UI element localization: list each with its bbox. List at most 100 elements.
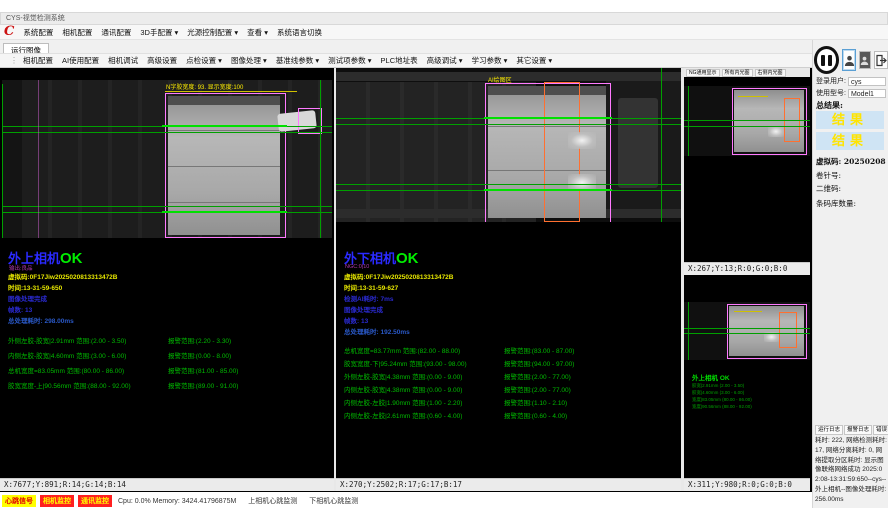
thumb-camera-name: 外上相机	[692, 375, 718, 382]
log-tabs: 运行日志 报警日志 错误日志	[815, 425, 887, 435]
thumb-status: OK	[720, 375, 730, 382]
measurement-value: 内侧左胶-左胶|1.90mm 范围:(1.00 - 2.20)	[344, 400, 462, 407]
measurement-value: 外侧左胶-胶宽|4.38mm 范围:(0.00 - 9.00)	[344, 374, 462, 381]
login-user-label: 登录用户:	[816, 76, 846, 86]
measurement-row: 总机宽度=83.05mm 范围:(80.00 - 86.00) 报警范围:(81…	[8, 365, 328, 375]
measurement-row: 内侧左胶-胶宽|4.60mm 范围:(3.00 - 6.00) 报警范围:(0.…	[8, 350, 328, 360]
center-camera-view[interactable]: AI绘图区 外下相机OK NGC:0|10 虚拟码:0F17Jiw2025020…	[336, 68, 681, 478]
tab-run-log[interactable]: 运行日志	[815, 425, 843, 435]
measurement-row: 内侧左胶-胶宽|4.38mm 范围:(0.00 - 9.00) 报警范围:(2.…	[344, 384, 679, 394]
alarm-range: 报警范围:(89.00 - 91.00)	[168, 380, 238, 390]
left-camera-status: OK	[60, 250, 83, 267]
toolbar-advanced-debug[interactable]: 高级调试 ▾	[427, 55, 463, 66]
left-camera-view[interactable]: N字胶宽度: 93. 显示宽度:100 外上相机OK 输出:良品 虚拟码:	[0, 68, 334, 478]
right-top-camera-image	[684, 86, 810, 156]
exit-icon[interactable]	[874, 51, 888, 69]
log-text[interactable]: 耗时: 222, 网络检测耗时: 17, 网络分离耗时: 0, 网络提取分区耗时…	[815, 436, 887, 504]
tab-error-log[interactable]: 错误日志	[873, 425, 888, 435]
barcode-count-label: 条码库数量:	[816, 198, 856, 209]
measurement-value: 总机宽度=83.05mm 范围:(80.00 - 86.00)	[8, 368, 124, 375]
thumb-camera-title: 外上相机 OK	[692, 372, 730, 382]
right-top-tabs: NG通用显示 所有内光图 右侧内光图	[684, 68, 810, 77]
right-top-coordinate-bar: X:267;Y:13;R:0;G:0;B:0	[684, 262, 810, 275]
roll-number-label: 卷针号:	[816, 170, 841, 181]
tab-bar: 运行图像	[0, 40, 812, 53]
alarm-range: 报警范围:(2.00 - 77.00)	[504, 371, 571, 381]
toolbar-test-params[interactable]: 测试项参数 ▾	[328, 55, 371, 66]
barcode-value-label: 虚拟码: 20250208	[816, 156, 886, 167]
left-frame-count: 帧数: 13	[8, 304, 32, 314]
measurement-row: 总机宽度=83.77mm 范围:(82.00 - 88.00) 报警范围:(83…	[344, 345, 679, 355]
toolbar-camera-config[interactable]: 相机配置	[23, 55, 53, 66]
center-process-done: 图像处理完成	[344, 304, 383, 314]
left-barcode-text: 虚拟码:0F17Jiw2025020813313472B	[8, 271, 118, 281]
menu-item-camera-config[interactable]: 相机配置	[62, 27, 92, 38]
tab-ng-display[interactable]: NG通用显示	[686, 69, 720, 77]
measurement-row: 内侧左胶-左胶|2.61mm 范围:(0.60 - 4.00) 报警范围:(0.…	[344, 410, 679, 420]
status-bar: 心跳信号 相机监控 通讯监控 Cpu: 0.0% Memory: 3424.41…	[0, 494, 812, 508]
thumb-text-line: 宽度|83.05mm (80.00 - 86.00)	[692, 397, 752, 403]
pause-icon[interactable]	[814, 46, 839, 74]
menu-item-system-config[interactable]: 系统配置	[23, 27, 53, 38]
toolbar-spot-check[interactable]: 点检设置 ▾	[186, 55, 222, 66]
heartbeat-badge: 心跳信号	[2, 495, 36, 507]
toolbar-advanced-settings[interactable]: 高级设置	[147, 55, 177, 66]
left-camera-image: N字胶宽度: 93. 显示宽度:100	[2, 80, 332, 238]
side-panel: 登录用户: cys 使用型号: Model1 总结果: 结果 结果 虚拟码: 2…	[812, 40, 888, 508]
left-overlay-label: N字胶宽度: 93. 显示宽度:100	[166, 82, 243, 91]
alarm-range: 报警范围:(0.00 - 8.00)	[168, 350, 231, 360]
tab-all-inner-light[interactable]: 所有内光图	[722, 69, 753, 77]
alarm-range: 报警范围:(83.00 - 87.00)	[504, 345, 574, 355]
model-field[interactable]: Model1	[848, 89, 886, 98]
lower-camera-heartbeat[interactable]: 下相机心跳监测	[309, 496, 358, 506]
measurement-value: 胶宽宽度-下|95.24mm 范围:(93.00 - 98.00)	[344, 361, 467, 368]
alarm-range: 报警范围:(2.20 - 3.30)	[168, 335, 231, 345]
right-top-camera-view[interactable]: NG通用显示 所有内光图 右侧内光图	[684, 68, 810, 262]
toolbar-grip-icon: ⋮	[10, 56, 18, 65]
thumb-text-line: 胶宽|2.91mm (2.00 - 3.50)	[692, 383, 744, 389]
alarm-range: 报警范围:(94.00 - 97.00)	[504, 358, 574, 368]
menu-item-view[interactable]: 查看 ▾	[247, 27, 268, 38]
center-output-note: NGC:0|10	[345, 264, 369, 270]
toolbar-camera-debug[interactable]: 相机调试	[108, 55, 138, 66]
cpu-memory-status: Cpu: 0.0% Memory: 3424.41796875M	[118, 498, 236, 505]
window-titlebar[interactable]: CYS-视觉检测系统	[0, 12, 888, 25]
measurement-row: 外侧左胶-胶宽|2.91mm 范围:(2.00 - 3.50) 报警范围:(2.…	[8, 335, 328, 345]
login-user-row: 登录用户: cys	[816, 76, 886, 86]
measurement-value: 外侧左胶-胶宽|2.91mm 范围:(2.00 - 3.50)	[8, 338, 126, 345]
toolbar-learn-params[interactable]: 学习参数 ▾	[471, 55, 507, 66]
tab-alarm-log[interactable]: 报警日志	[844, 425, 872, 435]
toolbar-baseline-params[interactable]: 基准线参数 ▾	[276, 55, 319, 66]
toolbar-other-settings[interactable]: 其它设置 ▾	[516, 55, 552, 66]
menu-item-robot-config[interactable]: 3D手配置 ▾	[140, 27, 178, 38]
center-camera-image: AI绘图区	[336, 68, 681, 222]
user-icon[interactable]	[842, 49, 855, 71]
measurement-value: 总机宽度=83.77mm 范围:(82.00 - 88.00)	[344, 348, 460, 355]
operator-icon[interactable]	[859, 51, 871, 69]
menu-item-light-config[interactable]: 光源控制配置 ▾	[187, 27, 238, 38]
toolbar-plc-address[interactable]: PLC地址表	[381, 55, 418, 66]
menu-item-comm-config[interactable]: 通讯配置	[101, 27, 131, 38]
toolbar-ai-use-config[interactable]: AI使用配置	[62, 55, 99, 66]
right-bottom-camera-image	[684, 302, 810, 360]
tab-right-inner-light[interactable]: 右侧内光图	[755, 69, 786, 77]
qr-code-label: 二维码:	[816, 183, 841, 194]
measurement-row: 胶宽宽度-上|90.56mm 范围:(88.00 - 92.00) 报警范围:(…	[8, 380, 328, 390]
left-coordinate-bar: X:7677;Y:891;R:14;G:14;B:14	[0, 478, 334, 491]
center-time-text: 时间:13-31-59-627	[344, 282, 398, 292]
total-result-label: 总结果:	[816, 100, 843, 111]
thumb-text-line: 胶宽|4.60mm (3.00 - 6.00)	[692, 390, 744, 396]
toolbar-image-process[interactable]: 图像处理 ▾	[231, 55, 267, 66]
measurement-row: 外侧左胶-胶宽|4.38mm 范围:(0.00 - 9.00) 报警范围:(2.…	[344, 371, 679, 381]
menu-item-language[interactable]: 系统语言切换	[277, 27, 322, 38]
model-label: 使用型号:	[816, 88, 846, 98]
measurement-row: 胶宽宽度-下|95.24mm 范围:(93.00 - 98.00) 报警范围:(…	[344, 358, 679, 368]
thumb-text-line: 宽度|90.56mm (88.00 - 92.00)	[692, 404, 752, 410]
application-window: CYS-视觉检测系统 C 系统配置 相机配置 通讯配置 3D手配置 ▾ 光源控制…	[0, 0, 888, 522]
measurement-value: 内侧左胶-胶宽|4.60mm 范围:(3.00 - 6.00)	[8, 353, 126, 360]
right-bottom-camera-view[interactable]: 外上相机 OK 胶宽|2.91mm (2.00 - 3.50) 胶宽|4.60m…	[684, 277, 810, 478]
center-elapsed-time: 总处理耗时: 192.50ms	[344, 326, 410, 336]
login-user-field[interactable]: cys	[848, 77, 886, 86]
result-box-1: 结果	[816, 111, 884, 129]
upper-camera-heartbeat[interactable]: 上相机心跳监测	[248, 496, 297, 506]
